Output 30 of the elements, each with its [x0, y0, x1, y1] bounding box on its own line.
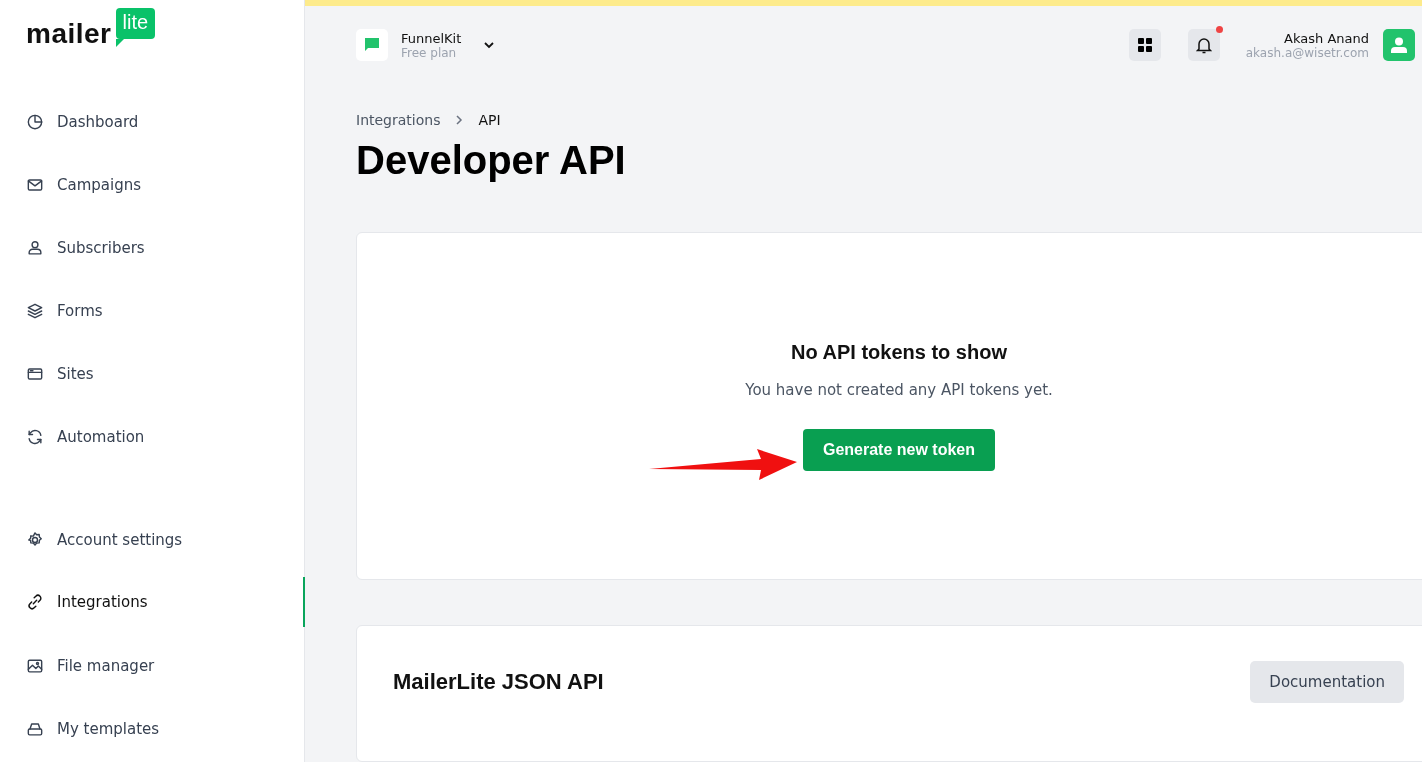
- breadcrumb-item[interactable]: Integrations: [356, 112, 441, 129]
- account-switcher[interactable]: FunnelKit Free plan: [356, 29, 497, 62]
- account-name: FunnelKit: [401, 30, 462, 46]
- user-name: Akash Anand: [1284, 30, 1369, 46]
- chevron-right-icon: [454, 115, 465, 126]
- breadcrumb-item: API: [478, 112, 501, 129]
- logo-badge: lite: [115, 8, 156, 47]
- section-title: MailerLite JSON API: [393, 668, 604, 695]
- sidebar-item[interactable]: Campaigns: [0, 153, 305, 216]
- sidebar-item[interactable]: Automation: [0, 405, 305, 468]
- link-icon: [25, 592, 45, 612]
- chat-bubble-icon: [356, 29, 388, 62]
- page-title: Developer API: [356, 138, 627, 184]
- apps-grid-button[interactable]: [1128, 29, 1161, 62]
- sidebar-item[interactable]: Subscribers: [0, 216, 305, 279]
- empty-state-title: No API tokens to show: [791, 340, 1007, 364]
- sidebar-item[interactable]: Forms: [0, 279, 305, 342]
- user-email: akash.a@wisetr.com: [1245, 45, 1369, 60]
- documentation-button[interactable]: Documentation: [1250, 660, 1404, 703]
- empty-state-message: You have not created any API tokens yet.: [745, 380, 1053, 399]
- bell-icon: [1195, 36, 1212, 55]
- notifications-button[interactable]: [1187, 29, 1220, 62]
- logo-wordmark: mailer: [26, 18, 112, 50]
- grid-icon: [1137, 38, 1152, 53]
- sidebar-item[interactable]: Dashboard: [0, 90, 305, 153]
- sidebar-item[interactable]: File manager: [0, 634, 305, 697]
- sidebar-item[interactable]: My templates: [0, 697, 305, 760]
- sidebar-item[interactable]: Account settings: [0, 508, 305, 571]
- sidebar-item[interactable]: Sites: [0, 342, 305, 405]
- account-plan: Free plan: [401, 45, 458, 60]
